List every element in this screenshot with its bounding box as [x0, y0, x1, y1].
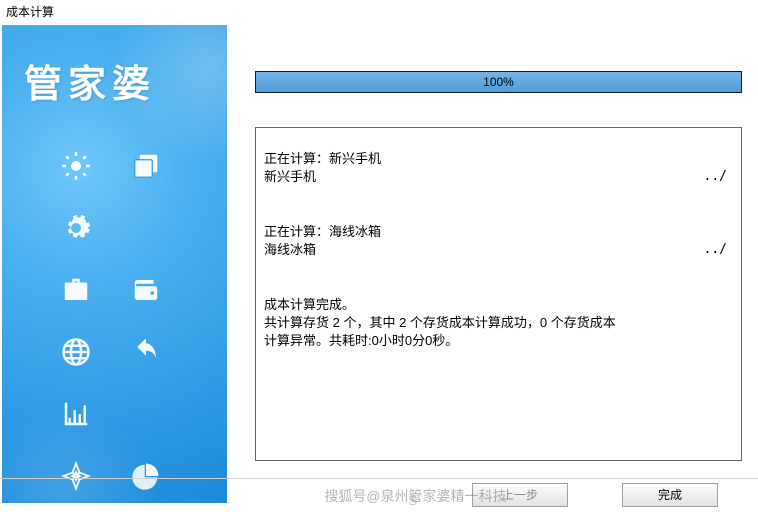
progress-text: 100% [256, 72, 741, 92]
footer: 上一步 完成 [0, 478, 758, 510]
log-line: 海线冰箱../ [264, 241, 733, 259]
content-area: 100% 正在计算：新兴手机 新兴手机../ 正在计算：海线冰箱 海线冰箱../… [227, 25, 756, 503]
log-line: 成本计算完成。 [264, 297, 355, 312]
main-area: 管家婆 100% 正在计算：新兴手机 新兴手机../ 正在计算：海线冰箱 海线冰… [2, 25, 756, 503]
briefcase-icon [56, 275, 96, 308]
undo-icon [131, 337, 161, 370]
log-line: 正在计算：海线冰箱 [264, 224, 381, 239]
cards-icon [131, 151, 161, 184]
bar-chart-icon [61, 399, 91, 432]
log-line: 计算异常。共耗时:0小时0分0秒。 [264, 333, 458, 348]
log-line: 新兴手机../ [264, 168, 733, 186]
watermark-logo: S [408, 492, 417, 508]
gear-icon [61, 213, 91, 246]
log-output: 正在计算：新兴手机 新兴手机../ 正在计算：海线冰箱 海线冰箱../ 成本计算… [255, 127, 742, 461]
window-title: 成本计算 [0, 0, 758, 23]
prev-button: 上一步 [472, 483, 568, 507]
done-button[interactable]: 完成 [622, 483, 718, 507]
log-line: 共计算存货 2 个，其中 2 个存货成本计算成功，0 个存货成本 [264, 315, 616, 330]
progress-bar: 100% [255, 71, 742, 93]
app-logo: 管家婆 [2, 25, 227, 108]
globe-icon [61, 337, 91, 370]
sidebar: 管家婆 [2, 25, 227, 503]
log-line: 正在计算：新兴手机 [264, 151, 381, 166]
sun-icon [61, 151, 91, 184]
wallet-icon [126, 275, 166, 308]
sidebar-icon-grid [2, 138, 227, 503]
